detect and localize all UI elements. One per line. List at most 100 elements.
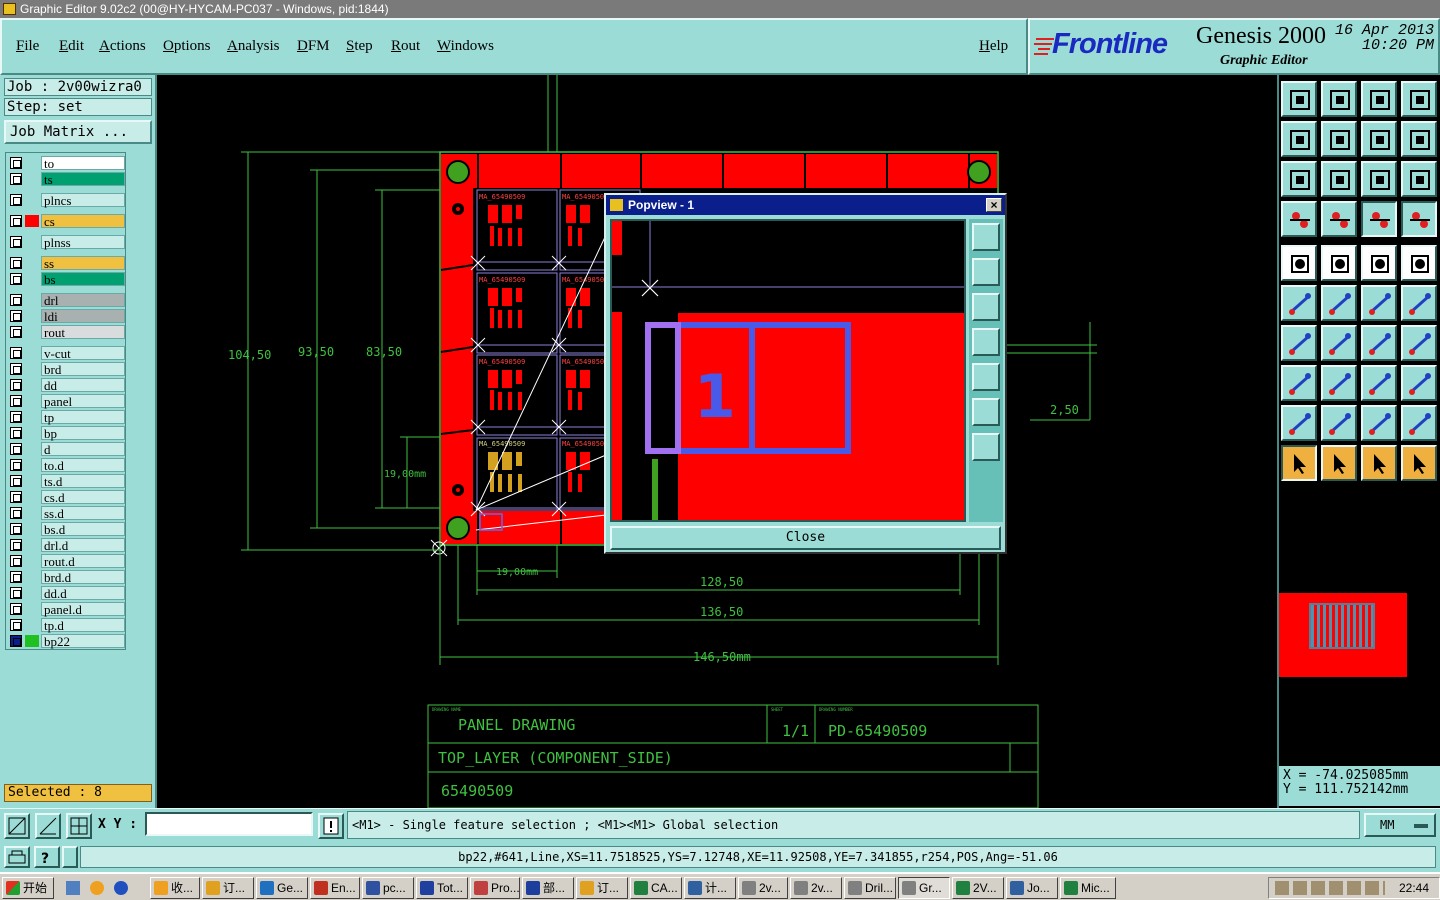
layer-checkbox[interactable] bbox=[10, 347, 22, 359]
popview-window[interactable]: Popview - 1 × 1 Close bbox=[604, 193, 1007, 554]
taskbar-item[interactable]: CA... bbox=[630, 877, 682, 899]
text-shadow-tool-button[interactable] bbox=[1401, 405, 1437, 441]
taskbar-item[interactable]: 收... bbox=[150, 877, 200, 899]
menu-rout[interactable]: Rout bbox=[391, 38, 420, 55]
layer-checkbox[interactable] bbox=[10, 257, 22, 269]
menu-dfm[interactable]: DFM bbox=[297, 38, 330, 55]
add-feature-button[interactable] bbox=[1281, 245, 1317, 281]
menu-analysis[interactable]: Analysis bbox=[227, 38, 280, 55]
text-bold-tool-button[interactable] bbox=[1361, 405, 1397, 441]
layer-checkbox[interactable] bbox=[10, 619, 22, 631]
layer-row-drl.d[interactable]: drl.d bbox=[8, 538, 125, 553]
layer-name[interactable]: bp22 bbox=[41, 634, 125, 649]
layer-row-panel.d[interactable]: panel.d bbox=[8, 602, 125, 617]
layer-row-tp.d[interactable]: tp.d bbox=[8, 618, 125, 633]
layer-name[interactable]: cs.d bbox=[41, 490, 125, 505]
layer-name[interactable]: ts.d bbox=[41, 474, 125, 489]
layer-name[interactable]: plncs bbox=[41, 193, 125, 208]
menu-windows[interactable]: Windows bbox=[437, 38, 494, 55]
resize-tool-button[interactable] bbox=[1361, 365, 1397, 401]
taskbar-item[interactable]: 2v... bbox=[738, 877, 788, 899]
layer-row-to.d[interactable]: to.d bbox=[8, 458, 125, 473]
browser-icon[interactable] bbox=[114, 881, 128, 895]
layer-name[interactable]: tp.d bbox=[41, 618, 125, 633]
layer-checkbox[interactable] bbox=[10, 507, 22, 519]
layer-checkbox[interactable] bbox=[10, 523, 22, 535]
layer-checkbox[interactable] bbox=[10, 215, 22, 227]
layer-checkbox[interactable] bbox=[10, 571, 22, 583]
taskbar-item[interactable]: Gr... bbox=[898, 877, 950, 899]
layer-checkbox[interactable] bbox=[10, 427, 22, 439]
home-view-button[interactable] bbox=[1361, 81, 1397, 117]
layer-name[interactable]: ts bbox=[41, 172, 125, 187]
layer-name[interactable]: panel bbox=[41, 394, 125, 409]
menu-edit[interactable]: Edit bbox=[59, 38, 84, 55]
window-split-button[interactable] bbox=[1401, 81, 1437, 117]
layer-checkbox[interactable] bbox=[10, 157, 22, 169]
layer-name[interactable]: panel.d bbox=[41, 602, 125, 617]
edit-polygon-button[interactable] bbox=[1321, 245, 1357, 281]
start-button[interactable]: 开始 bbox=[2, 877, 54, 899]
select-pointer-button[interactable] bbox=[1281, 445, 1317, 481]
layer-name[interactable]: dd.d bbox=[41, 586, 125, 601]
grid-button[interactable] bbox=[66, 813, 92, 839]
step-up-button[interactable] bbox=[1281, 81, 1317, 117]
layer-name[interactable]: bp bbox=[41, 426, 125, 441]
taskbar-item[interactable]: 计... bbox=[684, 877, 736, 899]
layer-checkbox[interactable] bbox=[10, 443, 22, 455]
layer-name[interactable]: dd bbox=[41, 378, 125, 393]
layer-name[interactable]: rout.d bbox=[41, 554, 125, 569]
layer-row-to[interactable]: to bbox=[8, 156, 125, 171]
taskbar-item[interactable]: pc... bbox=[362, 877, 414, 899]
zoom-reset-button[interactable] bbox=[1401, 121, 1437, 157]
layer-row-panel[interactable]: panel bbox=[8, 394, 125, 409]
zoom-left-button[interactable] bbox=[1281, 121, 1317, 157]
popview-pan-down-button[interactable] bbox=[972, 293, 1000, 321]
layer-row-d[interactable]: d bbox=[8, 442, 125, 457]
pad-tool-button[interactable] bbox=[1401, 365, 1437, 401]
popview-pan-left-button[interactable] bbox=[972, 328, 1000, 356]
help-button[interactable]: ? bbox=[34, 846, 60, 868]
layer-row-rout.d[interactable]: rout.d bbox=[8, 554, 125, 569]
layer-checkbox[interactable] bbox=[10, 310, 22, 322]
layer-row-ldi[interactable]: ldi bbox=[8, 309, 125, 324]
zoom-box-button[interactable] bbox=[1361, 121, 1397, 157]
ruler-button[interactable] bbox=[1361, 245, 1397, 281]
popview-close-button[interactable]: Close bbox=[610, 526, 1001, 550]
taskbar-item[interactable]: 2V... bbox=[952, 877, 1004, 899]
layer-row-ss[interactable]: ss bbox=[8, 256, 125, 271]
delete-feature-button[interactable] bbox=[1321, 285, 1357, 321]
popview-zoom-fit-button[interactable] bbox=[972, 398, 1000, 426]
layer-name[interactable]: ss bbox=[41, 256, 125, 271]
layer-row-brd[interactable]: brd bbox=[8, 362, 125, 377]
popview-title-bar[interactable]: Popview - 1 × bbox=[606, 195, 1005, 215]
layer-row-bp22[interactable]: bp22 bbox=[8, 634, 125, 649]
select-box-button[interactable] bbox=[1321, 445, 1357, 481]
layer-row-cs[interactable]: cs bbox=[8, 214, 125, 229]
layer-row-ts[interactable]: ts bbox=[8, 172, 125, 187]
popview-pan-right-button[interactable] bbox=[972, 363, 1000, 391]
print-button[interactable] bbox=[4, 846, 30, 868]
attribute-tool-button[interactable] bbox=[1281, 365, 1317, 401]
layer-compare-b-button[interactable] bbox=[1401, 201, 1437, 237]
copy-feature-button[interactable] bbox=[1401, 285, 1437, 321]
taskbar-item[interactable]: Ge... bbox=[256, 877, 308, 899]
layer-row-plnss[interactable]: plnss bbox=[8, 235, 125, 250]
popview-close-icon[interactable]: × bbox=[986, 198, 1002, 212]
zoom-fit-button[interactable] bbox=[1281, 161, 1317, 197]
connect-nodes-button[interactable] bbox=[1281, 285, 1317, 321]
help-query-button[interactable] bbox=[1401, 161, 1437, 197]
layer-checkbox[interactable] bbox=[10, 539, 22, 551]
taskbar-item[interactable]: Jo... bbox=[1006, 877, 1058, 899]
job-matrix-button[interactable]: Job Matrix ... bbox=[4, 120, 152, 144]
layer-name[interactable]: to.d bbox=[41, 458, 125, 473]
taskbar-item[interactable]: Mic... bbox=[1060, 877, 1116, 899]
menu-options[interactable]: Options bbox=[163, 38, 211, 55]
layer-checkbox[interactable] bbox=[10, 459, 22, 471]
popview-canvas[interactable]: 1 bbox=[610, 219, 966, 522]
layer-checkbox[interactable] bbox=[10, 273, 22, 285]
layer-checkbox[interactable] bbox=[10, 326, 22, 338]
layer-checkbox[interactable] bbox=[10, 173, 22, 185]
menu-help[interactable]: Help bbox=[979, 38, 1008, 55]
menu-step[interactable]: Step bbox=[346, 38, 373, 55]
